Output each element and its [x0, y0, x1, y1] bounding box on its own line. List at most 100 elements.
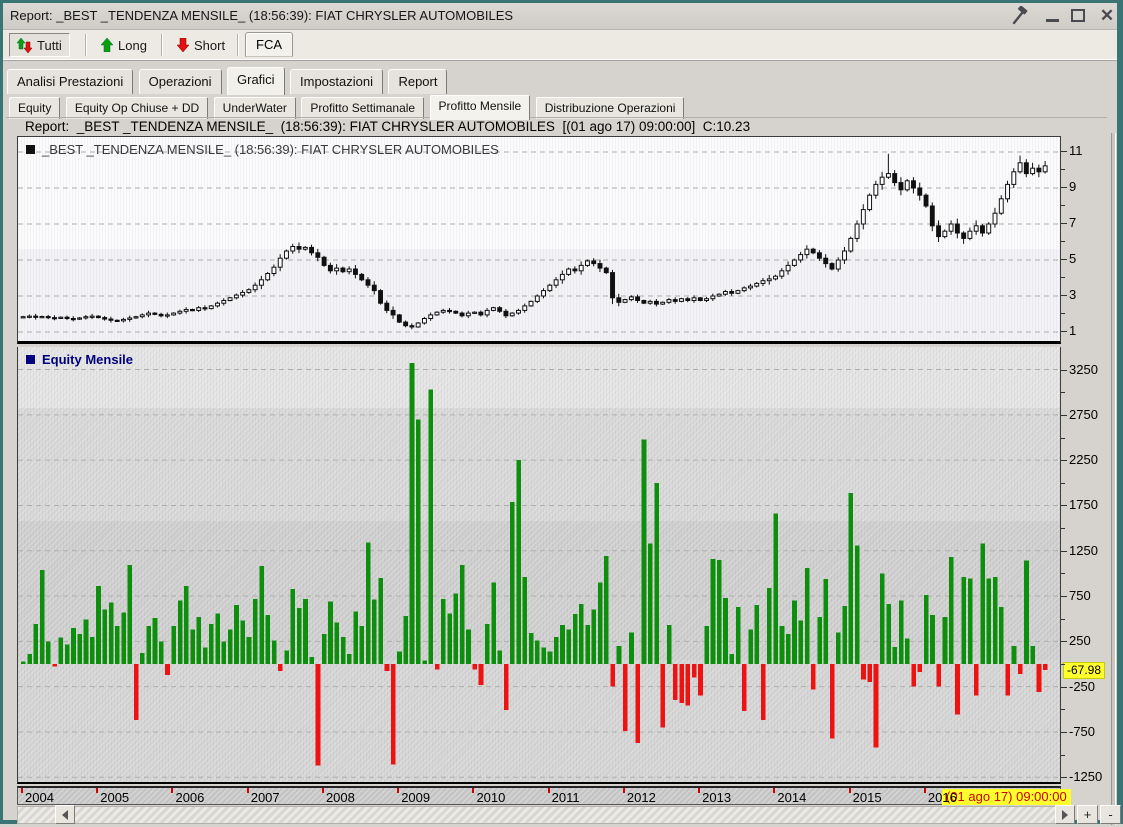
arrow-down-icon: [177, 38, 189, 52]
title-bar[interactable]: Report: _BEST _TENDENZA MENSILE_ (18:56:…: [3, 3, 1117, 30]
subtab-equity-op-chiuse-dd[interactable]: Equity Op Chiuse + DD: [65, 97, 209, 119]
year-tick: [848, 788, 851, 793]
y-axis-tick: [1061, 460, 1067, 462]
year-label: 2015: [852, 790, 882, 805]
y-axis-tick: [1061, 331, 1067, 332]
year-label: 2007: [250, 790, 280, 805]
y-axis-tick: [1061, 596, 1067, 598]
scroll-left-button[interactable]: [55, 805, 75, 824]
price-legend-label: _BEST _TENDENZA MENSILE_ (18:56:39): FIA…: [42, 142, 499, 157]
horizontal-scrollbar-track[interactable]: [17, 806, 1061, 824]
subtab-distribuzione-operazioni[interactable]: Distribuzione Operazioni: [535, 97, 685, 119]
year-label: 2014: [777, 790, 807, 805]
y-axis-tick: [1061, 295, 1067, 296]
equity-legend-label: Equity Mensile: [42, 352, 134, 367]
y-axis-tick: [1061, 313, 1065, 314]
cursor-date-label: (01 ago 17) 09:00:00: [942, 789, 1071, 805]
y-axis-tick: [1061, 573, 1065, 575]
short-label: Short: [194, 37, 226, 53]
year-tick: [773, 788, 776, 793]
scroll-right-button[interactable]: [1055, 805, 1075, 824]
zoom-out-button[interactable]: -: [1100, 805, 1121, 824]
symbol-tab-fca[interactable]: FCA: [245, 32, 293, 57]
tab-impostazioni[interactable]: Impostazioni: [290, 69, 383, 94]
y-axis-label: 1250: [1069, 542, 1098, 558]
y-axis-label: 1: [1069, 323, 1077, 338]
year-label: 2016: [927, 790, 957, 805]
sub-tab-row: Equity Equity Op Chiuse + DD UnderWater …: [9, 95, 685, 120]
y-axis-tick: [1061, 277, 1065, 278]
equity-chart-plot: Equity Mensile: [17, 347, 1061, 784]
right-value-axis: -67.98 1 3 5 7 9 11 3250 2750 2250 1750 1250 750 250…: [1061, 3, 1117, 827]
y-axis-label: -750: [1069, 723, 1096, 739]
tutti-button[interactable]: Tutti: [9, 33, 70, 57]
year-tick: [21, 788, 23, 793]
y-axis-tick: [1061, 731, 1067, 733]
report-window: Report: _BEST _TENDENZA MENSILE_ (18:56:…: [0, 0, 1123, 827]
tab-analisi-prestazioni[interactable]: Analisi Prestazioni: [7, 69, 134, 94]
tab-operazioni[interactable]: Operazioni: [138, 69, 222, 94]
hammer-glyph: [1012, 6, 1028, 25]
toolbar: Tutti Long Short FCA: [3, 30, 1117, 61]
y-axis-label: 2250: [1069, 452, 1098, 468]
y-axis-tick: [1061, 777, 1067, 779]
subtab-profitto-settimanale[interactable]: Profitto Settimanale: [301, 97, 425, 119]
price-chart-plot: _BEST _TENDENZA MENSILE_ (18:56:39): FIA…: [17, 136, 1061, 344]
right-edge-strip: [1111, 133, 1116, 825]
minimize-icon: [1046, 19, 1059, 22]
y-axis-tick: [1061, 169, 1065, 170]
year-label: 2012: [626, 790, 656, 805]
time-axis: (01 ago 17) 09:00:00 2004 2005 2006 2007 200…: [17, 786, 1071, 805]
tab-grafici[interactable]: Grafici: [227, 67, 285, 95]
y-axis-tick: [1061, 223, 1067, 224]
year-tick: [923, 788, 926, 793]
y-axis-label: -250: [1069, 678, 1096, 694]
y-axis-label: -1250: [1069, 769, 1103, 785]
scroll-right-icon: [1062, 809, 1068, 820]
y-axis-tick: [1061, 754, 1065, 756]
y-axis-tick: [1061, 259, 1067, 260]
y-axis-tick: [1061, 241, 1065, 242]
year-tick: [472, 788, 475, 793]
y-axis-tick: [1061, 414, 1067, 416]
y-axis-label: 5: [1069, 251, 1077, 266]
subtab-equity[interactable]: Equity: [9, 97, 61, 119]
equity-bar-chart: [18, 363, 1060, 778]
year-label: 2006: [175, 790, 205, 805]
year-tick: [321, 788, 324, 793]
long-label: Long: [118, 37, 147, 53]
long-button[interactable]: Long: [93, 33, 155, 57]
year-label: 2009: [401, 790, 431, 805]
y-axis-label: 3250: [1069, 361, 1098, 377]
y-axis-tick: [1061, 709, 1065, 711]
y-axis-tick: [1061, 664, 1065, 665]
zoom-in-button[interactable]: +: [1077, 805, 1098, 824]
subtab-profitto-mensile[interactable]: Profitto Mensile: [429, 95, 531, 120]
subtab-underwater[interactable]: UnderWater: [213, 97, 296, 119]
year-tick: [397, 788, 400, 793]
y-axis-label: 7: [1069, 215, 1077, 230]
tutti-label: Tutti: [37, 37, 62, 53]
y-axis-label: 11: [1069, 143, 1083, 158]
legend-swatch-icon: [26, 355, 35, 364]
tools-hammer-icon[interactable]: [1008, 6, 1032, 26]
toolbar-separator: [161, 34, 163, 56]
y-axis-label: 250: [1069, 633, 1091, 649]
tab-report[interactable]: Report: [388, 69, 448, 94]
symbol-label: FCA: [256, 37, 282, 52]
year-tick: [547, 788, 550, 793]
short-button[interactable]: Short: [169, 33, 233, 57]
year-tick: [622, 788, 625, 793]
y-axis-tick: [1061, 187, 1067, 188]
y-axis-tick: [1061, 505, 1067, 507]
window-title: Report: _BEST _TENDENZA MENSILE_ (18:56:…: [10, 8, 514, 23]
year-tick: [171, 788, 174, 793]
y-axis-tick: [1061, 482, 1065, 484]
year-label: 2013: [702, 790, 732, 805]
year-tick: [96, 788, 99, 793]
main-tab-row: Analisi Prestazioni Operazioni Grafici I…: [7, 67, 448, 95]
y-axis-tick: [1061, 205, 1065, 206]
year-label: 2005: [100, 790, 130, 805]
year-label: 2010: [476, 790, 506, 805]
y-axis-label: 3: [1069, 287, 1077, 302]
